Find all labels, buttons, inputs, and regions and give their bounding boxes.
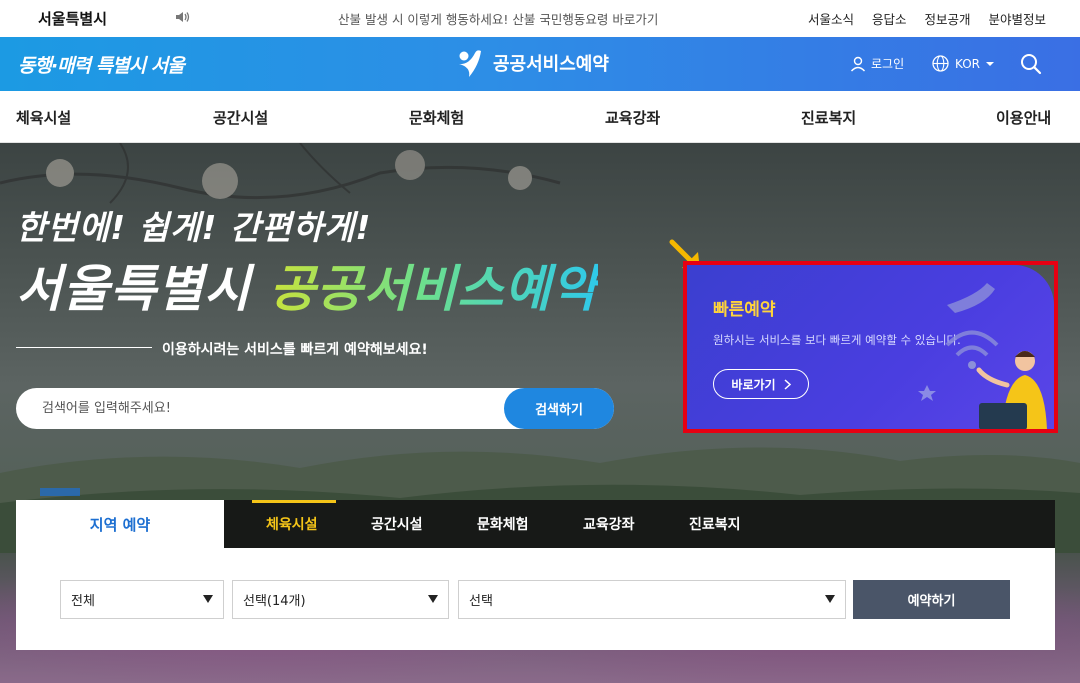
- quick-reservation-highlight: 빠른예약 원하시는 서비스를 보다 빠르게 예약할 수 있습니다. 바로가기: [683, 261, 1058, 433]
- site-header: 동행·매력 특별시 서울 공공서비스예약 로그인 KOR: [0, 37, 1080, 91]
- speaker-icon: [176, 12, 190, 22]
- facility-select[interactable]: 선택: [458, 580, 846, 619]
- main-navigation: 체육시설 공간시설 문화체험 교육강좌 진료복지 이용안내: [0, 91, 1080, 143]
- user-icon: [850, 56, 866, 71]
- hero-section: 한번에! 쉽게! 간편하게! 서울특별시 공공서비스예약 이용하시려는 서비스를…: [0, 143, 1080, 683]
- service-logo-icon: [459, 50, 481, 77]
- util-link-news[interactable]: 서울소식: [808, 9, 854, 28]
- go-button-label: 바로가기: [731, 377, 776, 392]
- tab-region-reservation[interactable]: 지역 예약: [16, 500, 224, 548]
- language-selector[interactable]: KOR: [932, 55, 994, 72]
- category-select[interactable]: 선택(14개): [232, 580, 449, 619]
- category-select-value: 선택(14개): [243, 594, 306, 609]
- quick-reservation-go-button[interactable]: 바로가기: [713, 369, 809, 399]
- caret-down-icon: [203, 595, 213, 603]
- hero-lead-text: 이용하시려는 서비스를 빠르게 예약해보세요!: [162, 342, 428, 358]
- hero-title: 서울특별시 공공서비스예약: [16, 249, 598, 321]
- login-label: 로그인: [871, 57, 905, 71]
- search-input[interactable]: [16, 388, 506, 429]
- region-select-value: 전체: [71, 594, 95, 609]
- utility-links: 서울소식 응답소 정보공개 분야별정보: [808, 9, 1046, 28]
- util-link-response[interactable]: 응답소: [872, 9, 907, 28]
- chevron-down-icon: [986, 61, 994, 66]
- region-reservation-panel: 전체 선택(14개) 선택 예약하기: [16, 548, 1055, 650]
- active-tab-underline: [252, 500, 336, 503]
- facility-select-value: 선택: [469, 594, 493, 609]
- nav-education-courses[interactable]: 교육강좌: [605, 107, 660, 128]
- util-link-field-info[interactable]: 분야별정보: [988, 9, 1046, 28]
- seoul-brand-link[interactable]: 서울특별시: [38, 8, 107, 29]
- tab-education-courses[interactable]: 교육강좌: [583, 514, 635, 534]
- quick-reservation-title: 빠른예약: [713, 300, 776, 320]
- globe-icon: [932, 55, 949, 72]
- hero-headline: 한번에! 쉽게! 간편하게!: [16, 208, 372, 247]
- nav-usage-guide[interactable]: 이용안내: [996, 107, 1051, 128]
- chevron-right-icon: [784, 378, 791, 390]
- search-button[interactable]: 검색하기: [504, 388, 614, 429]
- tab-space-facilities[interactable]: 공간시설: [371, 514, 423, 534]
- tab-culture-experience[interactable]: 문화체험: [477, 514, 529, 534]
- seoul-slogan-logo[interactable]: 동행·매력 특별시 서울: [18, 51, 185, 78]
- quick-reservation-card[interactable]: 빠른예약 원하시는 서비스를 보다 빠르게 예약할 수 있습니다. 바로가기: [687, 265, 1054, 429]
- login-button[interactable]: 로그인: [850, 55, 904, 72]
- hero-search-box: 검색하기: [16, 388, 614, 429]
- language-label: KOR: [955, 56, 980, 71]
- region-reservation-tabs: 지역 예약 체육시설 공간시설 문화체험 교육강좌 진료복지: [16, 500, 1055, 548]
- caret-down-icon: [825, 595, 835, 603]
- hero-title-service: 공공서비스예약: [269, 260, 599, 318]
- nav-culture-experience[interactable]: 문화체험: [409, 107, 464, 128]
- service-logo-text: 공공서비스예약: [493, 54, 609, 75]
- tab-sports-facilities[interactable]: 체육시설: [266, 514, 318, 534]
- util-link-disclosure[interactable]: 정보공개: [924, 9, 970, 28]
- wildfire-notice-link[interactable]: 산불 발생 시 이렇게 행동하세요! 산불 국민행동요령 바로가기: [338, 9, 658, 28]
- lead-divider: [16, 347, 152, 348]
- tab-medical-welfare[interactable]: 진료복지: [689, 514, 741, 534]
- search-icon[interactable]: [1020, 53, 1042, 75]
- nav-sports-facilities[interactable]: 체육시설: [16, 107, 71, 128]
- top-utility-bar: 서울특별시 산불 발생 시 이렇게 행동하세요! 산불 국민행동요령 바로가기 …: [0, 0, 1080, 37]
- service-logo[interactable]: 공공서비스예약: [455, 47, 609, 79]
- hero-title-city: 서울특별시: [16, 260, 270, 318]
- caret-down-icon: [428, 595, 438, 603]
- reserve-button[interactable]: 예약하기: [853, 580, 1010, 619]
- region-select[interactable]: 전체: [60, 580, 224, 619]
- nav-space-facilities[interactable]: 공간시설: [213, 107, 268, 128]
- person-laptop-illustration: [918, 283, 1047, 429]
- nav-medical-welfare[interactable]: 진료복지: [801, 107, 856, 128]
